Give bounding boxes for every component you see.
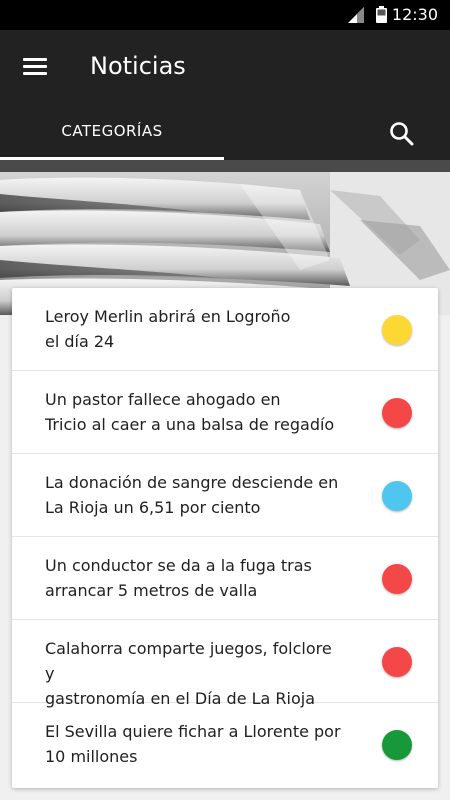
- news-item[interactable]: Un conductor se da a la fuga tras arranca…: [12, 537, 438, 620]
- news-item[interactable]: Calahorra comparte juegos, folclore y gas…: [12, 620, 438, 708]
- signal-icon: [348, 7, 364, 23]
- news-item[interactable]: La donación de sangre desciende en La Rio…: [12, 454, 438, 537]
- search-button[interactable]: [386, 118, 418, 150]
- tab-categorias[interactable]: CATEGORÍAS: [0, 108, 224, 160]
- category-dot: [382, 730, 412, 760]
- category-dot: [382, 564, 412, 594]
- news-headline: La donación de sangre desciende en La Rio…: [45, 473, 339, 517]
- status-bar: 12:30: [0, 0, 450, 30]
- news-headline: Un conductor se da a la fuga tras arranca…: [45, 556, 312, 600]
- news-item[interactable]: Un pastor fallece ahogado en Tricio al ca…: [12, 371, 438, 454]
- page-title: Noticias: [90, 52, 186, 80]
- news-item[interactable]: El Sevilla quiere fichar a Llorente por 1…: [12, 703, 438, 786]
- news-headline: Calahorra comparte juegos, folclore y gas…: [45, 639, 332, 708]
- battery-icon: [376, 6, 387, 23]
- clock: 12:30: [391, 5, 438, 24]
- news-list: Leroy Merlin abrirá en Logroño el día 24 …: [12, 288, 438, 788]
- search-icon: [390, 122, 414, 146]
- news-item[interactable]: Leroy Merlin abrirá en Logroño el día 24: [12, 288, 438, 371]
- tab-label: CATEGORÍAS: [61, 122, 163, 140]
- category-dot: [382, 647, 412, 677]
- category-dot: [382, 481, 412, 511]
- menu-button[interactable]: [21, 54, 49, 80]
- app-bar: Noticias CATEGORÍAS: [0, 30, 450, 160]
- category-dot: [382, 315, 412, 345]
- news-headline: Leroy Merlin abrirá en Logroño el día 24: [45, 307, 291, 351]
- news-headline: El Sevilla quiere fichar a Llorente por 1…: [45, 722, 341, 766]
- news-headline: Un pastor fallece ahogado en Tricio al ca…: [45, 390, 335, 434]
- category-dot: [382, 398, 412, 428]
